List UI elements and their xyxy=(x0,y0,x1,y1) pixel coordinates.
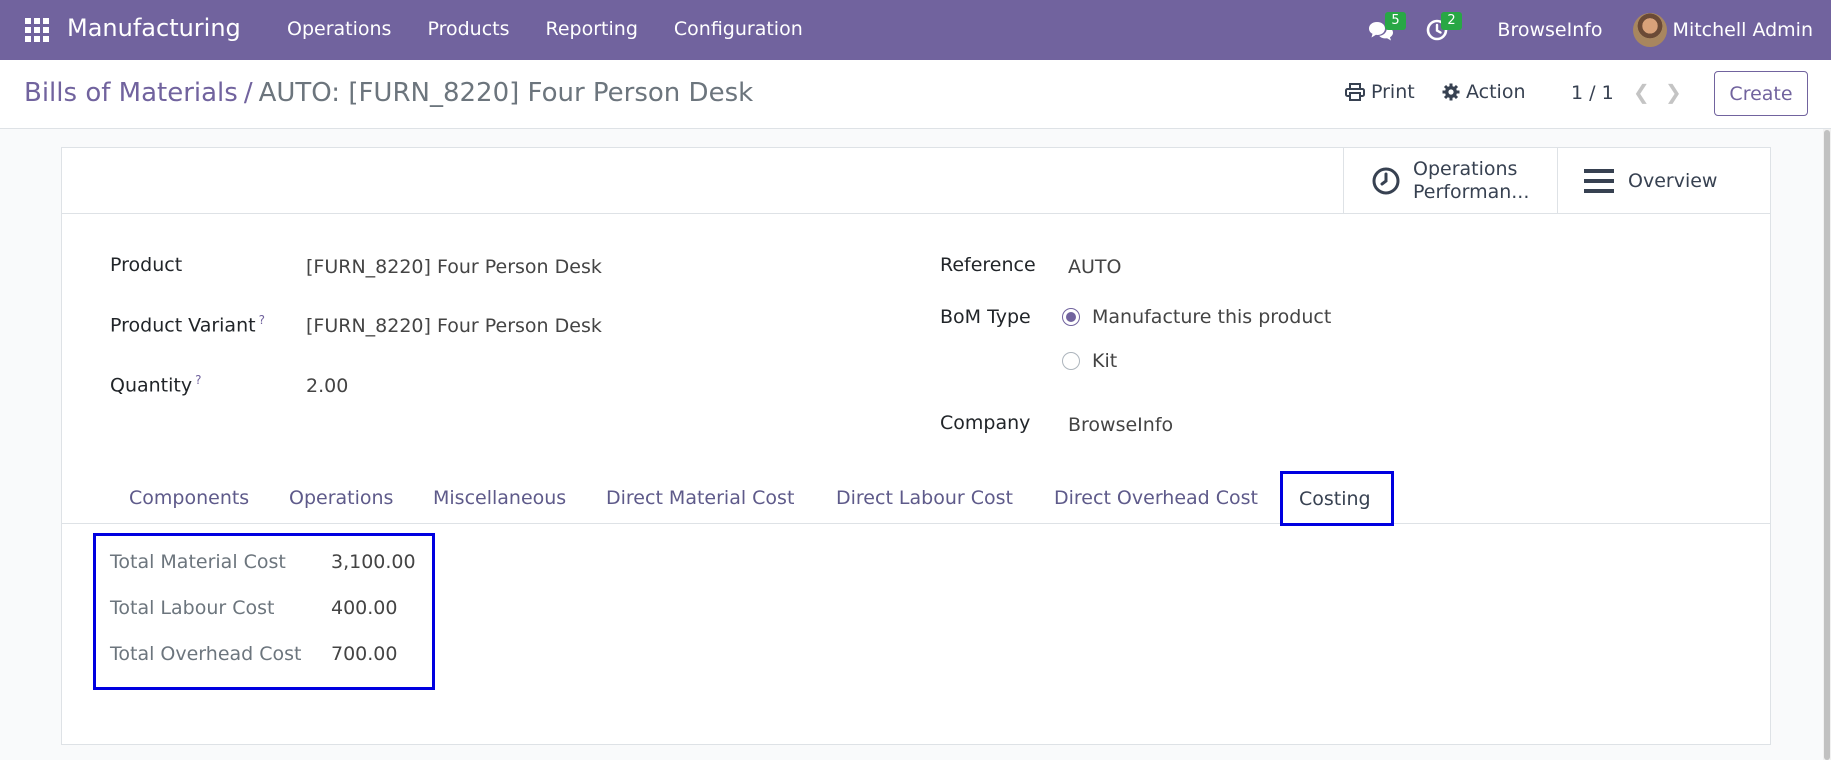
clock-icon xyxy=(1372,167,1400,195)
action-button[interactable]: Action xyxy=(1442,81,1526,103)
bom-type-kit-radio[interactable] xyxy=(1062,352,1080,370)
total-material-cost-label: Total Material Cost xyxy=(110,551,286,573)
pager-value[interactable]: 1 / 1 xyxy=(1571,82,1614,104)
total-overhead-cost-value: 700.00 xyxy=(331,643,398,665)
main-menu: Operations Products Reporting Configurat… xyxy=(287,18,839,40)
pager-previous-icon[interactable]: ❮ xyxy=(1633,80,1650,104)
user-name: Mitchell Admin xyxy=(1672,19,1813,41)
user-menu[interactable]: Mitchell Admin xyxy=(1632,13,1813,47)
breadcrumb-separator: / xyxy=(243,78,253,108)
app-brand[interactable]: Manufacturing xyxy=(67,14,241,42)
apps-menu-icon[interactable] xyxy=(25,18,49,42)
menu-configuration[interactable]: Configuration xyxy=(674,18,803,40)
breadcrumb-bills-of-materials[interactable]: Bills of Materials xyxy=(24,78,238,108)
scrollbar-thumb[interactable] xyxy=(1824,130,1830,760)
overview-label: Overview xyxy=(1628,169,1718,192)
control-panel: Bills of Materials / AUTO: [FURN_8220] Fou… xyxy=(0,60,1831,129)
tab-direct-material-cost[interactable]: Direct Material Cost xyxy=(606,487,794,509)
breadcrumb: Bills of Materials / AUTO: [FURN_8220] Fou… xyxy=(24,78,753,108)
tab-direct-overhead-cost[interactable]: Direct Overhead Cost xyxy=(1054,487,1258,509)
total-material-cost-value: 3,100.00 xyxy=(331,551,416,573)
total-labour-cost-label: Total Labour Cost xyxy=(110,597,275,619)
breadcrumb-current: AUTO: [FURN_8220] Four Person Desk xyxy=(258,78,754,108)
tab-miscellaneous[interactable]: Miscellaneous xyxy=(433,487,566,509)
bars-icon xyxy=(1584,169,1614,193)
activities-button[interactable]: 2 xyxy=(1417,0,1462,60)
tab-direct-labour-cost[interactable]: Direct Labour Cost xyxy=(836,487,1013,509)
company-switcher[interactable]: BrowseInfo xyxy=(1497,19,1602,41)
product-label: Product xyxy=(110,254,183,276)
pager-next-icon[interactable]: ❯ xyxy=(1665,80,1682,104)
create-button[interactable]: Create xyxy=(1714,71,1808,116)
messages-button[interactable]: 5 xyxy=(1361,0,1406,60)
activities-badge: 2 xyxy=(1441,12,1462,30)
print-label: Print xyxy=(1371,81,1415,103)
company-field[interactable]: BrowseInfo xyxy=(1068,414,1173,436)
company-label: Company xyxy=(940,412,1031,434)
menu-reporting[interactable]: Reporting xyxy=(546,18,638,40)
action-label: Action xyxy=(1466,81,1526,103)
reference-label: Reference xyxy=(940,254,1036,276)
top-navbar: Manufacturing Operations Products Report… xyxy=(0,0,1831,60)
gear-icon xyxy=(1442,83,1460,101)
tab-operations[interactable]: Operations xyxy=(289,487,393,509)
bom-type-kit-label[interactable]: Kit xyxy=(1092,350,1117,372)
help-tooltip-icon[interactable]: ? xyxy=(259,313,265,327)
avatar xyxy=(1632,13,1667,47)
tab-costing-highlight[interactable]: Costing xyxy=(1280,471,1394,526)
print-icon xyxy=(1345,83,1365,101)
menu-operations[interactable]: Operations xyxy=(287,18,391,40)
messages-badge: 5 xyxy=(1385,12,1406,30)
print-button[interactable]: Print xyxy=(1345,81,1415,103)
overview-button[interactable]: Overview xyxy=(1557,148,1770,214)
bom-type-manufacture-label[interactable]: Manufacture this product xyxy=(1092,306,1331,328)
quantity-field[interactable]: 2.00 xyxy=(306,375,348,397)
menu-products[interactable]: Products xyxy=(427,18,509,40)
product-variant-field[interactable]: [FURN_8220] Four Person Desk xyxy=(306,315,602,337)
total-labour-cost-value: 400.00 xyxy=(331,597,398,619)
notebook-tabs: Components Operations Miscellaneous Dire… xyxy=(62,470,1770,524)
product-field[interactable]: [FURN_8220] Four Person Desk xyxy=(306,256,602,278)
operations-performance-line1: Operations xyxy=(1413,158,1518,180)
tab-costing[interactable]: Costing xyxy=(1299,488,1371,510)
bom-type-label: BoM Type xyxy=(940,306,1031,328)
systray: 5 2 BrowseInfo Mitchell Admin xyxy=(1361,0,1831,60)
total-overhead-cost-label: Total Overhead Cost xyxy=(110,643,302,665)
quantity-label: Quantity? xyxy=(110,373,202,397)
operations-performance-button[interactable]: Operations Performan... xyxy=(1343,148,1557,214)
smart-button-box: Operations Performan... Overview xyxy=(62,148,1770,214)
bom-type-manufacture-radio[interactable] xyxy=(1062,308,1080,326)
operations-performance-line2: Performan... xyxy=(1413,181,1530,203)
help-tooltip-icon[interactable]: ? xyxy=(195,373,201,387)
tab-components[interactable]: Components xyxy=(129,487,249,509)
product-variant-label: Product Variant? xyxy=(110,313,265,337)
reference-field[interactable]: AUTO xyxy=(1068,256,1121,278)
